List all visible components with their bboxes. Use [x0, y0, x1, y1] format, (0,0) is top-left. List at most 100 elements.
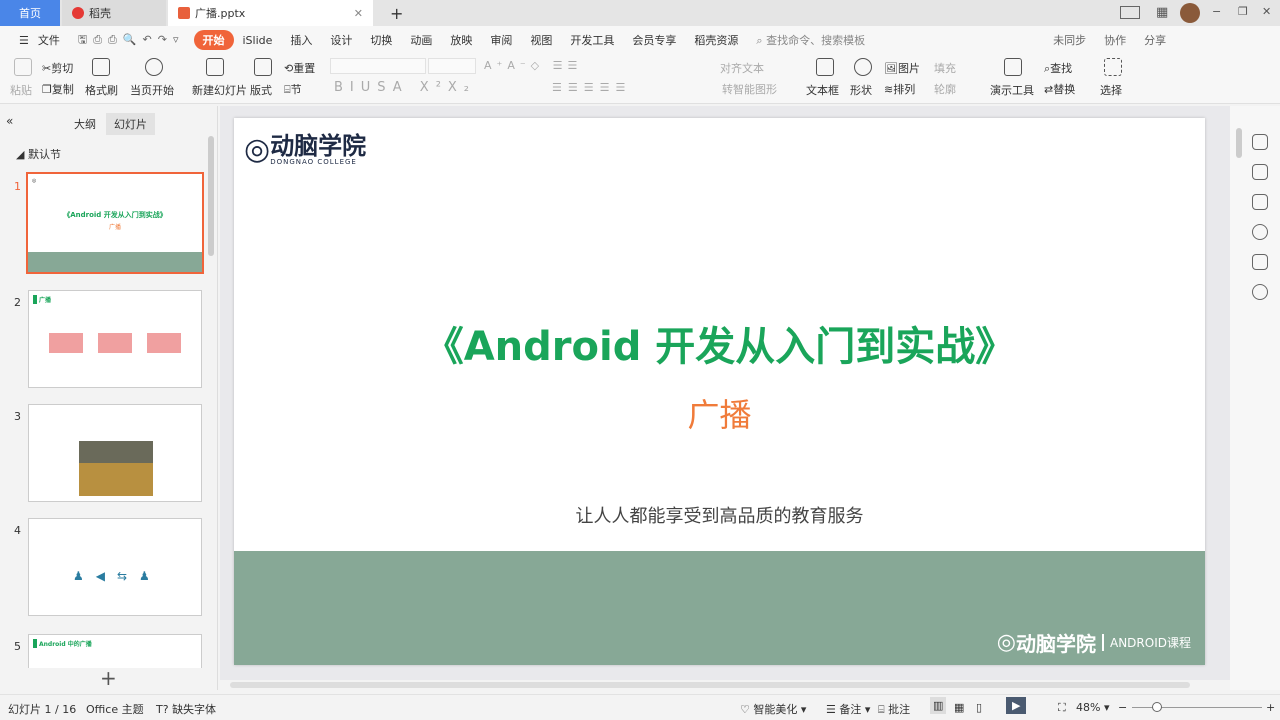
new-tab-button[interactable]: + [380, 0, 403, 26]
zoom-out-button[interactable]: − [1118, 701, 1127, 714]
restore-button[interactable]: ❐ [1238, 5, 1248, 18]
zoom-in-button[interactable]: + [1266, 701, 1275, 714]
find-button[interactable]: ⌕查找 [1044, 60, 1072, 76]
copy-icon[interactable] [1252, 194, 1268, 210]
tab-slides[interactable]: 幻灯片 [106, 113, 155, 135]
section-button[interactable]: ⌸节 [284, 81, 302, 97]
tab-transition[interactable]: 切换 [361, 32, 401, 48]
location-icon[interactable] [1252, 284, 1268, 300]
fit-window-button[interactable]: ⛶ [1058, 701, 1066, 715]
cut-button[interactable]: ✂剪切 [42, 60, 73, 76]
tab-view[interactable]: 视图 [521, 32, 561, 48]
paragraph-align-buttons[interactable]: ☰☰☰☰☰ [552, 81, 631, 94]
normal-view-button[interactable]: ▥ [930, 697, 947, 714]
sync-button[interactable]: 未同步 [1044, 32, 1095, 48]
font-style-buttons[interactable]: BIUSA X²X₂ [334, 80, 476, 95]
tab-outline[interactable]: 大纲 [74, 116, 96, 132]
zoom-level[interactable]: 48% ▾ [1076, 701, 1109, 714]
tab-design[interactable]: 设计 [321, 32, 361, 48]
reading-mode-icon[interactable] [1120, 6, 1140, 19]
tab-insert[interactable]: 插入 [281, 32, 321, 48]
comment-button[interactable]: ⌸ 批注 [878, 701, 910, 717]
select-button[interactable]: 选择 [1100, 82, 1122, 98]
menu-file[interactable]: 文件 [38, 32, 69, 48]
slide[interactable]: ◎ 动脑学院 DONGNAO COLLEGE 《Android 开发从入门到实战… [234, 118, 1205, 665]
animation-icon[interactable] [1252, 164, 1268, 180]
reset-button[interactable]: ⟲重置 [284, 60, 315, 76]
new-slide-button[interactable]: 新建幻灯片 [192, 82, 247, 98]
adjust-icon[interactable] [1252, 134, 1268, 150]
slide-sorter-button[interactable]: ▦ [954, 701, 964, 714]
collapse-panel-icon[interactable]: « [6, 114, 13, 128]
arrange-button[interactable]: ≋排列 [884, 81, 915, 97]
slide-thumbnail-4[interactable]: ♟◀⇆♟ [28, 518, 202, 616]
slide-thumbnail-2[interactable]: 广播 [28, 290, 202, 388]
vertical-scrollbar[interactable] [1236, 128, 1242, 158]
slide-tagline[interactable]: 让人人都能享受到高品质的教育服务 [234, 502, 1205, 528]
font-size-select[interactable] [428, 58, 476, 74]
reading-view-button[interactable]: ▯ [976, 701, 982, 714]
command-search[interactable]: ⌕ 查找命令、搜索模板 [747, 32, 874, 48]
picture-button[interactable]: 🖼图片 [884, 60, 920, 76]
zoom-slider-thumb[interactable] [1152, 702, 1162, 712]
missing-font-button[interactable]: T? 缺失字体 [156, 701, 216, 717]
tab-review[interactable]: 审阅 [481, 32, 521, 48]
present-tools-button[interactable]: 演示工具 [990, 82, 1034, 98]
tab-home[interactable]: 首页 [0, 0, 60, 26]
tab-daoke[interactable]: 稻壳 [62, 0, 166, 26]
tab-member[interactable]: 会员专享 [623, 32, 685, 48]
font-family-select[interactable] [330, 58, 426, 74]
slide-title[interactable]: 《Android 开发从入门到实战》 [234, 314, 1205, 372]
panel-scrollbar[interactable] [208, 136, 214, 256]
slide-thumbnail-3[interactable] [28, 404, 202, 502]
minimize-button[interactable]: − [1212, 5, 1221, 18]
hamburger-icon[interactable]: ☰ [10, 34, 38, 47]
layout-button[interactable]: 版式 [250, 82, 272, 98]
slide-number: 5 [14, 640, 21, 653]
beautify-button[interactable]: ♡ 智能美化 ▾ [740, 701, 806, 717]
thumb-title: 广播 [33, 295, 51, 304]
thumb-box [49, 333, 83, 353]
tab-slideshow[interactable]: 放映 [441, 32, 481, 48]
align-text-button[interactable]: 对齐文本 [720, 60, 764, 76]
share-button[interactable]: 分享 [1135, 32, 1175, 48]
notes-button[interactable]: ☰ 备注 ▾ [826, 701, 870, 717]
backup-icon[interactable] [1252, 254, 1268, 270]
notes-label: 备注 [839, 703, 862, 716]
tab-document[interactable]: 广播.pptx ✕ [168, 0, 373, 26]
outline-button[interactable]: 轮廓 [934, 81, 956, 97]
fill-button[interactable]: 填充 [934, 60, 956, 76]
copy-button[interactable]: ❐复制 [42, 81, 74, 97]
tab-developer[interactable]: 开发工具 [561, 32, 623, 48]
section-default[interactable]: ◢ 默认节 [16, 146, 61, 162]
slide-subtitle[interactable]: 广播 [234, 390, 1205, 436]
quick-access-toolbar[interactable]: 🖫⎙⎙🔍↶↷▿ [69, 31, 194, 50]
help-icon[interactable] [1252, 224, 1268, 240]
shape-button[interactable]: 形状 [850, 82, 872, 98]
paste-button[interactable]: 粘贴 [10, 82, 32, 98]
tab-islide[interactable]: iSlide [234, 34, 282, 47]
tab-daoke-resources[interactable]: 稻壳资源 [685, 32, 747, 48]
play-slideshow-button[interactable]: ▶ [1006, 697, 1027, 714]
textbox-button[interactable]: 文本框 [806, 82, 839, 98]
convert-smartart-button[interactable]: 转智能图形 [722, 81, 777, 97]
slide-number: 1 [14, 180, 21, 193]
close-tab-icon[interactable]: ✕ [354, 7, 363, 20]
replace-button[interactable]: ⇄替换 [1044, 81, 1075, 97]
add-slide-button[interactable]: + [100, 666, 117, 690]
play-current-button[interactable]: 当页开始 [130, 82, 174, 98]
horizontal-scrollbar[interactable] [230, 682, 1190, 688]
close-window-button[interactable]: ✕ [1262, 5, 1271, 18]
format-painter-button[interactable]: 格式刷 [85, 82, 118, 98]
slide-thumbnail-5[interactable]: Android 中的广播 [28, 634, 202, 668]
tab-animation[interactable]: 动画 [401, 32, 441, 48]
font-size-adjust-buttons[interactable]: A⁺A⁻◇ ☰☰ [484, 59, 582, 72]
menu-bar: ☰ 文件 🖫⎙⎙🔍↶↷▿ 开始 iSlide 插入 设计 切换 动画 放映 审阅… [0, 26, 1280, 54]
slide-thumbnail-1[interactable]: ◎ 《Android 开发从入门到实战》 广播 [26, 172, 204, 274]
tab-start[interactable]: 开始 [193, 30, 234, 50]
missing-font-label: 缺失字体 [172, 703, 217, 716]
format-painter-icon [92, 58, 110, 76]
collab-button[interactable]: 协作 [1095, 32, 1135, 48]
apps-grid-icon[interactable]: ▦ [1156, 5, 1168, 20]
avatar[interactable] [1180, 3, 1200, 23]
